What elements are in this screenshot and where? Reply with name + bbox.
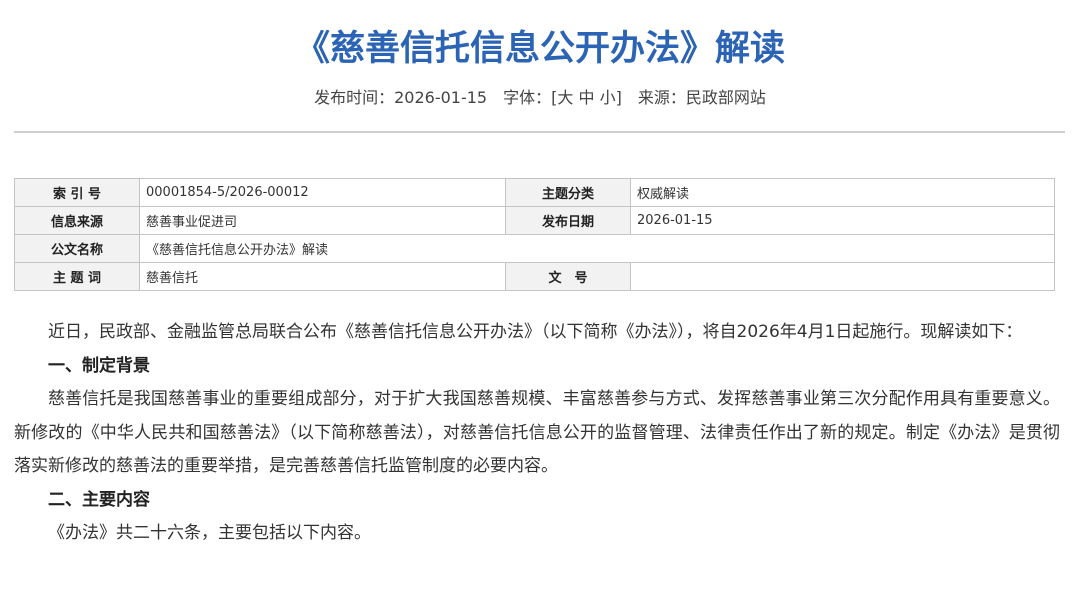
font-size-label: 字体： — [503, 88, 552, 107]
section-heading-main-content: 二、主要内容 — [48, 489, 150, 510]
info-source-label: 信息来源 — [14, 206, 140, 235]
main-content-paragraph: 《办法》共二十六条，主要包括以下内容。 — [48, 523, 371, 543]
info-source-value: 慈善事业促进司 — [139, 206, 506, 235]
index-number-value: 00001854-5/2026-00012 — [139, 178, 506, 207]
publish-date-value: 2026-01-15 — [630, 206, 1055, 235]
keyword-value: 慈善信托 — [139, 262, 506, 291]
article-meta: 发布时间：2026-01-15 字体：[大 中 小] 来源：民政部网站 — [0, 86, 1080, 110]
keyword-label: 主 题 词 — [14, 262, 140, 291]
background-paragraph: 慈善信托是我国慈善事业的重要组成部分，对于扩大我国慈善规模、丰富慈善参与方式、发… — [14, 389, 1060, 476]
index-number-label: 索 引 号 — [14, 178, 140, 207]
page-title: 《慈善信托信息公开办法》解读 — [294, 29, 785, 69]
topic-category-value: 权威解读 — [630, 178, 1055, 207]
article-body: 近日，民政部、金融监管总局联合公布《慈善信托信息公开办法》（以下简称《办法》），… — [14, 316, 1060, 551]
document-number-value — [630, 262, 1055, 291]
topic-category-label: 主题分类 — [505, 178, 631, 207]
table-row: 公文名称 《慈善信托信息公开办法》解读 — [14, 234, 1055, 263]
source-label: 来源： — [637, 88, 686, 107]
intro-paragraph: 近日，民政部、金融监管总局联合公布《慈善信托信息公开办法》（以下简称《办法》），… — [48, 322, 1023, 342]
table-row: 信息来源 慈善事业促进司 发布日期 2026-01-15 — [14, 206, 1055, 235]
document-name-value: 《慈善信托信息公开办法》解读 — [139, 234, 1055, 263]
document-number-label: 文 号 — [505, 262, 631, 291]
document-info-table: 索 引 号 00001854-5/2026-00012 主题分类 权威解读 信息… — [14, 178, 1055, 291]
publish-date-label: 发布日期 — [505, 206, 631, 235]
publish-date: 2026-01-15 — [394, 88, 488, 107]
document-name-label: 公文名称 — [14, 234, 140, 263]
source-name: 民政部网站 — [685, 88, 766, 107]
table-row: 索 引 号 00001854-5/2026-00012 主题分类 权威解读 — [14, 178, 1055, 207]
publish-time-label: 发布时间： — [314, 88, 395, 107]
font-size-small-button[interactable]: 小 — [600, 86, 616, 110]
font-size-large-button[interactable]: 大 — [557, 86, 573, 110]
table-row: 主 题 词 慈善信托 文 号 — [14, 262, 1055, 291]
section-heading-background: 一、制定背景 — [48, 355, 150, 376]
title-divider — [14, 131, 1065, 133]
bracket-close: ] — [615, 88, 622, 107]
font-size-medium-button[interactable]: 中 — [578, 86, 594, 110]
